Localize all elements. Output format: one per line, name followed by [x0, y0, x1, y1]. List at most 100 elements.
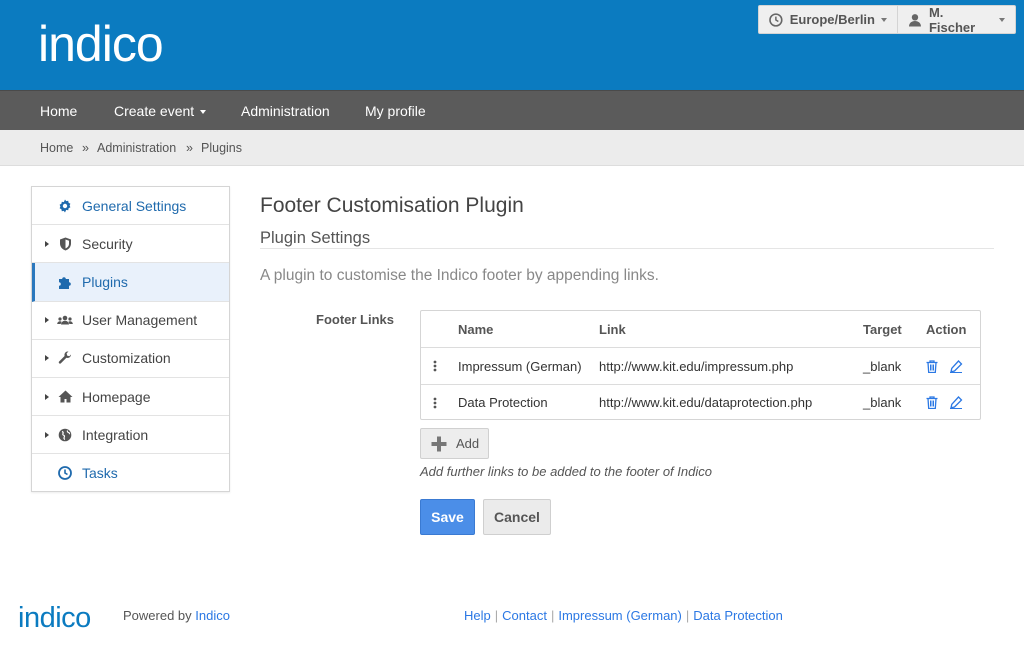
- nav-administration[interactable]: Administration: [241, 91, 330, 131]
- user-menu[interactable]: M. Fischer: [898, 4, 1015, 35]
- sidebar-item-integration[interactable]: Integration: [32, 416, 229, 455]
- powered-by-text: Powered by: [123, 608, 192, 623]
- clock-icon: [769, 12, 783, 27]
- link-target: _blank: [863, 358, 902, 374]
- link-name: Data Protection: [458, 395, 548, 410]
- table-row: Impressum (German) http://www.kit.edu/im…: [421, 347, 980, 384]
- footer-link-contact[interactable]: Contact: [502, 608, 547, 623]
- row-actions: [926, 348, 963, 384]
- link-name: Impressum (German): [458, 358, 582, 374]
- footer-separator: |: [494, 608, 499, 623]
- main-nav: Home Create event Administration My prof…: [0, 90, 1024, 130]
- trash-icon[interactable]: [926, 396, 938, 409]
- indico-link[interactable]: Indico: [195, 608, 230, 623]
- nav-home-label: Home: [40, 103, 78, 119]
- nav-my-profile-label: My profile: [365, 103, 426, 119]
- row-actions: [926, 385, 963, 420]
- page-title: Footer Customisation Plugin: [260, 194, 524, 217]
- nav-my-profile[interactable]: My profile: [365, 91, 426, 131]
- logo-text: indico: [38, 16, 163, 72]
- edit-icon[interactable]: [949, 396, 963, 409]
- edit-icon[interactable]: [949, 359, 963, 373]
- users-icon: [57, 312, 73, 328]
- sidebar-item-label: Security: [82, 235, 133, 252]
- sidebar-item-label: Customization: [82, 350, 171, 367]
- table-header: Name Link Target Action: [421, 311, 980, 347]
- puzzle-icon: [57, 274, 73, 290]
- save-button[interactable]: Save: [420, 499, 475, 535]
- sidebar-item-customization[interactable]: Customization: [32, 340, 229, 378]
- sidebar-item-plugins[interactable]: Plugins: [32, 263, 229, 302]
- nav-administration-label: Administration: [241, 103, 330, 119]
- drag-handle-icon[interactable]: [433, 348, 437, 384]
- powered-by: Powered by Indico: [123, 608, 230, 623]
- chevron-right-icon: [45, 317, 49, 324]
- drag-handle-icon[interactable]: [433, 385, 437, 420]
- sidebar-item-label: Homepage: [82, 388, 151, 405]
- footer-link-help[interactable]: Help: [464, 608, 491, 623]
- footer-indico-logo[interactable]: indico: [18, 599, 102, 635]
- sidebar-item-label: General Settings: [82, 197, 187, 214]
- shield-icon: [57, 236, 73, 252]
- breadcrumb: Home » Administration » Plugins: [0, 130, 1024, 166]
- help-text: Add further links to be added to the foo…: [420, 464, 712, 479]
- chevron-right-icon: [45, 393, 49, 400]
- footer-separator: |: [685, 608, 690, 623]
- cancel-button[interactable]: Cancel: [483, 499, 551, 535]
- sidebar-item-tasks[interactable]: Tasks: [32, 454, 229, 492]
- chevron-down-icon: [999, 17, 1005, 22]
- breadcrumb-home[interactable]: Home: [40, 130, 73, 166]
- breadcrumb-administration[interactable]: Administration: [97, 130, 176, 166]
- breadcrumb-separator: »: [186, 141, 193, 155]
- timezone-selector[interactable]: Europe/Berlin: [759, 6, 898, 33]
- nav-create-event-label: Create event: [114, 103, 195, 119]
- plugin-description: A plugin to customise the Indico footer …: [260, 267, 659, 284]
- column-header-name: Name: [458, 321, 494, 337]
- link-url: http://www.kit.edu/dataprotection.php: [599, 395, 813, 410]
- footer-links-label: Footer Links: [316, 312, 395, 327]
- sidebar-item-label: Plugins: [82, 273, 128, 290]
- footer-links: Help | Contact | Impressum (German) | Data Pro…: [464, 608, 783, 623]
- link-target: _blank: [863, 395, 902, 410]
- sidebar-item-label: Tasks: [82, 465, 118, 482]
- clock-icon: [57, 465, 73, 481]
- footer-link-impressum[interactable]: Impressum (German): [558, 608, 682, 623]
- sidebar-item-security[interactable]: Security: [32, 225, 229, 264]
- user-icon: [908, 13, 921, 26]
- column-header-target: Target: [863, 321, 902, 337]
- sidebar-item-homepage[interactable]: Homepage: [32, 378, 229, 417]
- wrench-icon: [57, 350, 73, 366]
- plus-icon: [431, 436, 447, 451]
- admin-sidebar: General Settings Security Plugins User M…: [31, 186, 230, 492]
- table-row: Data Protection http://www.kit.edu/datap…: [421, 384, 980, 420]
- sidebar-item-user-management[interactable]: User Management: [32, 302, 229, 340]
- user-name: M. Fischer: [928, 4, 976, 35]
- top-header: indico Europe/Berlin M. Fischer: [0, 0, 1024, 90]
- breadcrumb-plugins[interactable]: Plugins: [201, 130, 242, 166]
- chevron-down-icon: [881, 17, 887, 22]
- column-header-action: Action: [926, 321, 967, 337]
- link-url: http://www.kit.edu/impressum.php: [599, 358, 794, 374]
- indico-logo[interactable]: indico: [38, 14, 188, 76]
- footer-links-table: Name Link Target Action Impressum (Germa…: [420, 310, 981, 420]
- sidebar-item-label: Integration: [82, 426, 149, 443]
- nav-create-event[interactable]: Create event: [114, 91, 207, 131]
- footer-logo-text: indico: [18, 602, 91, 634]
- add-label: Add: [456, 436, 480, 451]
- timezone-label: Europe/Berlin: [789, 12, 875, 27]
- footer-link-data-protection[interactable]: Data Protection: [693, 608, 783, 623]
- footer-separator: |: [550, 608, 555, 623]
- divider: [260, 248, 994, 249]
- chevron-right-icon: [45, 431, 49, 438]
- chevron-down-icon: [200, 110, 207, 115]
- user-bar: Europe/Berlin M. Fischer: [758, 4, 1016, 35]
- chevron-right-icon: [45, 355, 49, 362]
- add-link-button[interactable]: Add: [420, 428, 489, 459]
- sidebar-item-general-settings[interactable]: General Settings: [32, 187, 229, 226]
- gear-icon: [57, 198, 73, 214]
- chevron-right-icon: [45, 240, 49, 247]
- home-icon: [57, 389, 73, 405]
- nav-home[interactable]: Home: [40, 91, 77, 131]
- breadcrumb-separator: »: [82, 141, 89, 155]
- trash-icon[interactable]: [926, 359, 938, 373]
